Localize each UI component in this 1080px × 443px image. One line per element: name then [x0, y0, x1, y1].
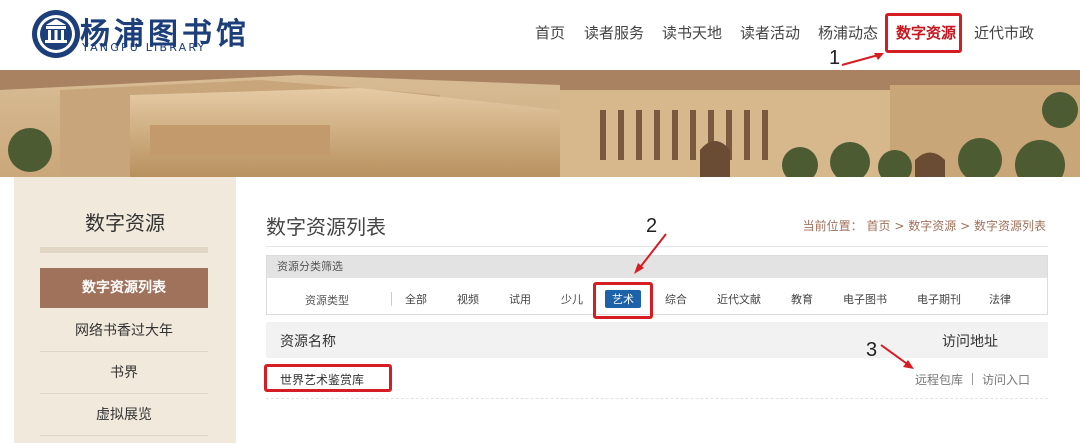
breadcrumb-current[interactable]: 数字资源列表	[974, 219, 1046, 233]
sidebar-title: 数字资源	[85, 211, 165, 235]
sidebar-divider	[40, 247, 208, 253]
category-chip-trial[interactable]: 试用	[509, 291, 531, 307]
sidebar-item-new-year[interactable]: 网络书香过大年	[40, 311, 208, 352]
nav-reading-world[interactable]: 读书天地	[662, 22, 722, 43]
category-chip-general[interactable]: 综合	[665, 291, 687, 307]
category-chip-law[interactable]: 法律	[989, 291, 1011, 307]
breadcrumb-home[interactable]: 首页	[867, 219, 891, 233]
annotation-number-2: 2	[646, 215, 658, 237]
page-title: 数字资源列表	[266, 215, 386, 239]
access-links: 远程包库 访问入口	[915, 371, 1030, 388]
annotation-number-3: 3	[866, 339, 878, 361]
link-separator	[971, 373, 973, 385]
category-chip-education[interactable]: 教育	[791, 291, 813, 307]
breadcrumb-separator: >	[960, 219, 971, 233]
annotation-box-1	[885, 13, 962, 53]
category-chip-all[interactable]: 全部	[405, 291, 427, 307]
filter-divider	[391, 292, 392, 306]
sidebar-item-resource-list[interactable]: 数字资源列表	[40, 268, 208, 308]
sidebar: 数字资源 数字资源列表 网络书香过大年 书界 虚拟展览	[14, 177, 236, 443]
annotation-number-1: 1	[829, 47, 841, 69]
nav-yangpu-news[interactable]: 杨浦动态	[818, 22, 878, 43]
category-chip-ebooks[interactable]: 电子图书	[843, 291, 887, 307]
breadcrumb-digital-resources[interactable]: 数字资源	[908, 219, 956, 233]
annotation-arrow-1-icon	[841, 53, 884, 66]
nav-reader-service[interactable]: 读者服务	[584, 22, 644, 43]
nav-reader-activities[interactable]: 读者活动	[740, 22, 800, 43]
column-access-address: 访问地址	[942, 334, 998, 350]
access-entry-link[interactable]: 访问入口	[982, 373, 1030, 387]
filter-label: 资源类型	[305, 294, 349, 307]
nav-modern-municipal[interactable]: 近代市政	[974, 22, 1034, 43]
category-chip-video[interactable]: 视频	[457, 291, 479, 307]
breadcrumb-separator: >	[894, 219, 905, 233]
nav-home[interactable]: 首页	[535, 22, 565, 43]
category-chip-children[interactable]: 少儿	[561, 291, 583, 307]
table-header: 资源名称 访问地址	[266, 322, 1048, 358]
annotation-arrow-3-icon	[880, 344, 914, 369]
sidebar-item-virtual-exhibition[interactable]: 虚拟展览	[40, 395, 208, 436]
category-chip-ejournals[interactable]: 电子期刊	[917, 291, 961, 307]
annotation-box-resource	[264, 364, 392, 392]
annotation-arrow-2-icon	[634, 233, 667, 274]
annotation-box-2	[593, 282, 653, 319]
library-building-image	[0, 70, 1080, 177]
column-resource-name: 资源名称	[280, 334, 336, 350]
sidebar-item-shujie[interactable]: 书界	[40, 353, 208, 394]
breadcrumb: 当前位置： 首页 > 数字资源 > 数字资源列表	[803, 217, 1046, 234]
hero-banner	[0, 70, 1080, 177]
category-chip-modern-literature[interactable]: 近代文献	[717, 291, 761, 307]
breadcrumb-prefix: 当前位置：	[802, 219, 863, 233]
remote-subscription-link[interactable]: 远程包库	[915, 373, 963, 387]
